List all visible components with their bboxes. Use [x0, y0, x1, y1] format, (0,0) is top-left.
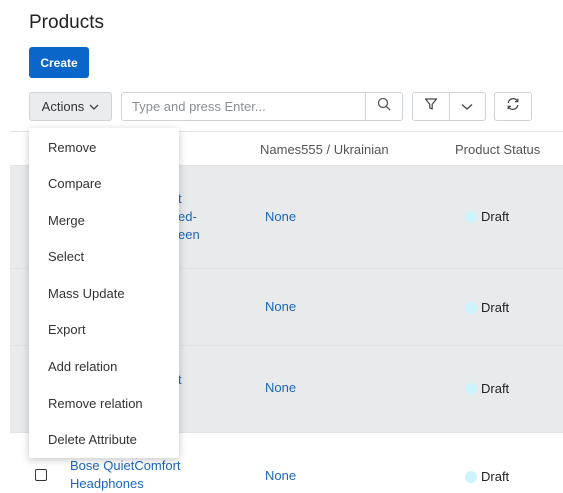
product-name-link[interactable]: Headphones — [70, 475, 144, 493]
chevron-down-icon — [461, 98, 473, 116]
status-badge: Draft — [465, 209, 509, 224]
status-badge: Draft — [465, 300, 509, 315]
ukrainian-name-link[interactable]: None — [265, 208, 296, 226]
filter-group — [412, 92, 486, 121]
status-label: Draft — [481, 209, 510, 224]
chevron-down-icon — [89, 99, 99, 114]
row-checkbox[interactable] — [35, 469, 47, 481]
menu-item-remove[interactable]: Remove — [48, 140, 96, 155]
product-name-link[interactable]: een — [178, 226, 200, 244]
menu-item-export[interactable]: Export — [48, 322, 86, 337]
status-label: Draft — [481, 300, 510, 315]
ukrainian-name-link[interactable]: None — [265, 379, 296, 397]
product-name-link[interactable]: Bose QuietComfort — [70, 457, 181, 475]
search-icon — [377, 97, 391, 116]
ukrainian-name-link[interactable]: None — [265, 467, 296, 485]
menu-item-select[interactable]: Select — [48, 249, 84, 264]
refresh-icon — [506, 97, 520, 116]
actions-dropdown-menu: Remove Compare Merge Select Mass Update … — [29, 128, 179, 458]
filter-button[interactable] — [413, 93, 450, 120]
menu-item-merge[interactable]: Merge — [48, 213, 85, 228]
menu-item-add-relation[interactable]: Add relation — [48, 359, 117, 374]
status-dot-icon — [465, 470, 477, 483]
column-header-product-status[interactable]: Product Status — [455, 142, 540, 157]
status-dot-icon — [465, 301, 477, 314]
menu-item-compare[interactable]: Compare — [48, 176, 101, 191]
status-dot-icon — [465, 382, 477, 395]
actions-button[interactable]: Actions — [29, 92, 112, 121]
ukrainian-name-link[interactable]: None — [265, 298, 296, 316]
search-box — [121, 92, 403, 121]
refresh-button[interactable] — [494, 92, 532, 121]
search-input[interactable] — [122, 93, 365, 120]
status-badge: Draft — [465, 469, 509, 484]
column-header-ukrainian[interactable]: Names555 / Ukrainian — [260, 142, 389, 157]
product-name-link[interactable]: ed- — [178, 208, 197, 226]
status-dot-icon — [465, 210, 477, 223]
menu-item-delete-attribute[interactable]: Delete Attribute — [48, 432, 137, 447]
search-button[interactable] — [365, 93, 402, 120]
status-label: Draft — [481, 469, 510, 484]
menu-item-mass-update[interactable]: Mass Update — [48, 286, 125, 301]
menu-item-remove-relation[interactable]: Remove relation — [48, 396, 143, 411]
page-title: Products — [29, 12, 104, 33]
filter-dropdown-button[interactable] — [450, 93, 486, 120]
status-label: Draft — [481, 381, 510, 396]
create-button[interactable]: Create — [29, 47, 89, 78]
actions-label: Actions — [41, 99, 85, 114]
filter-icon — [424, 97, 438, 116]
status-badge: Draft — [465, 381, 509, 396]
